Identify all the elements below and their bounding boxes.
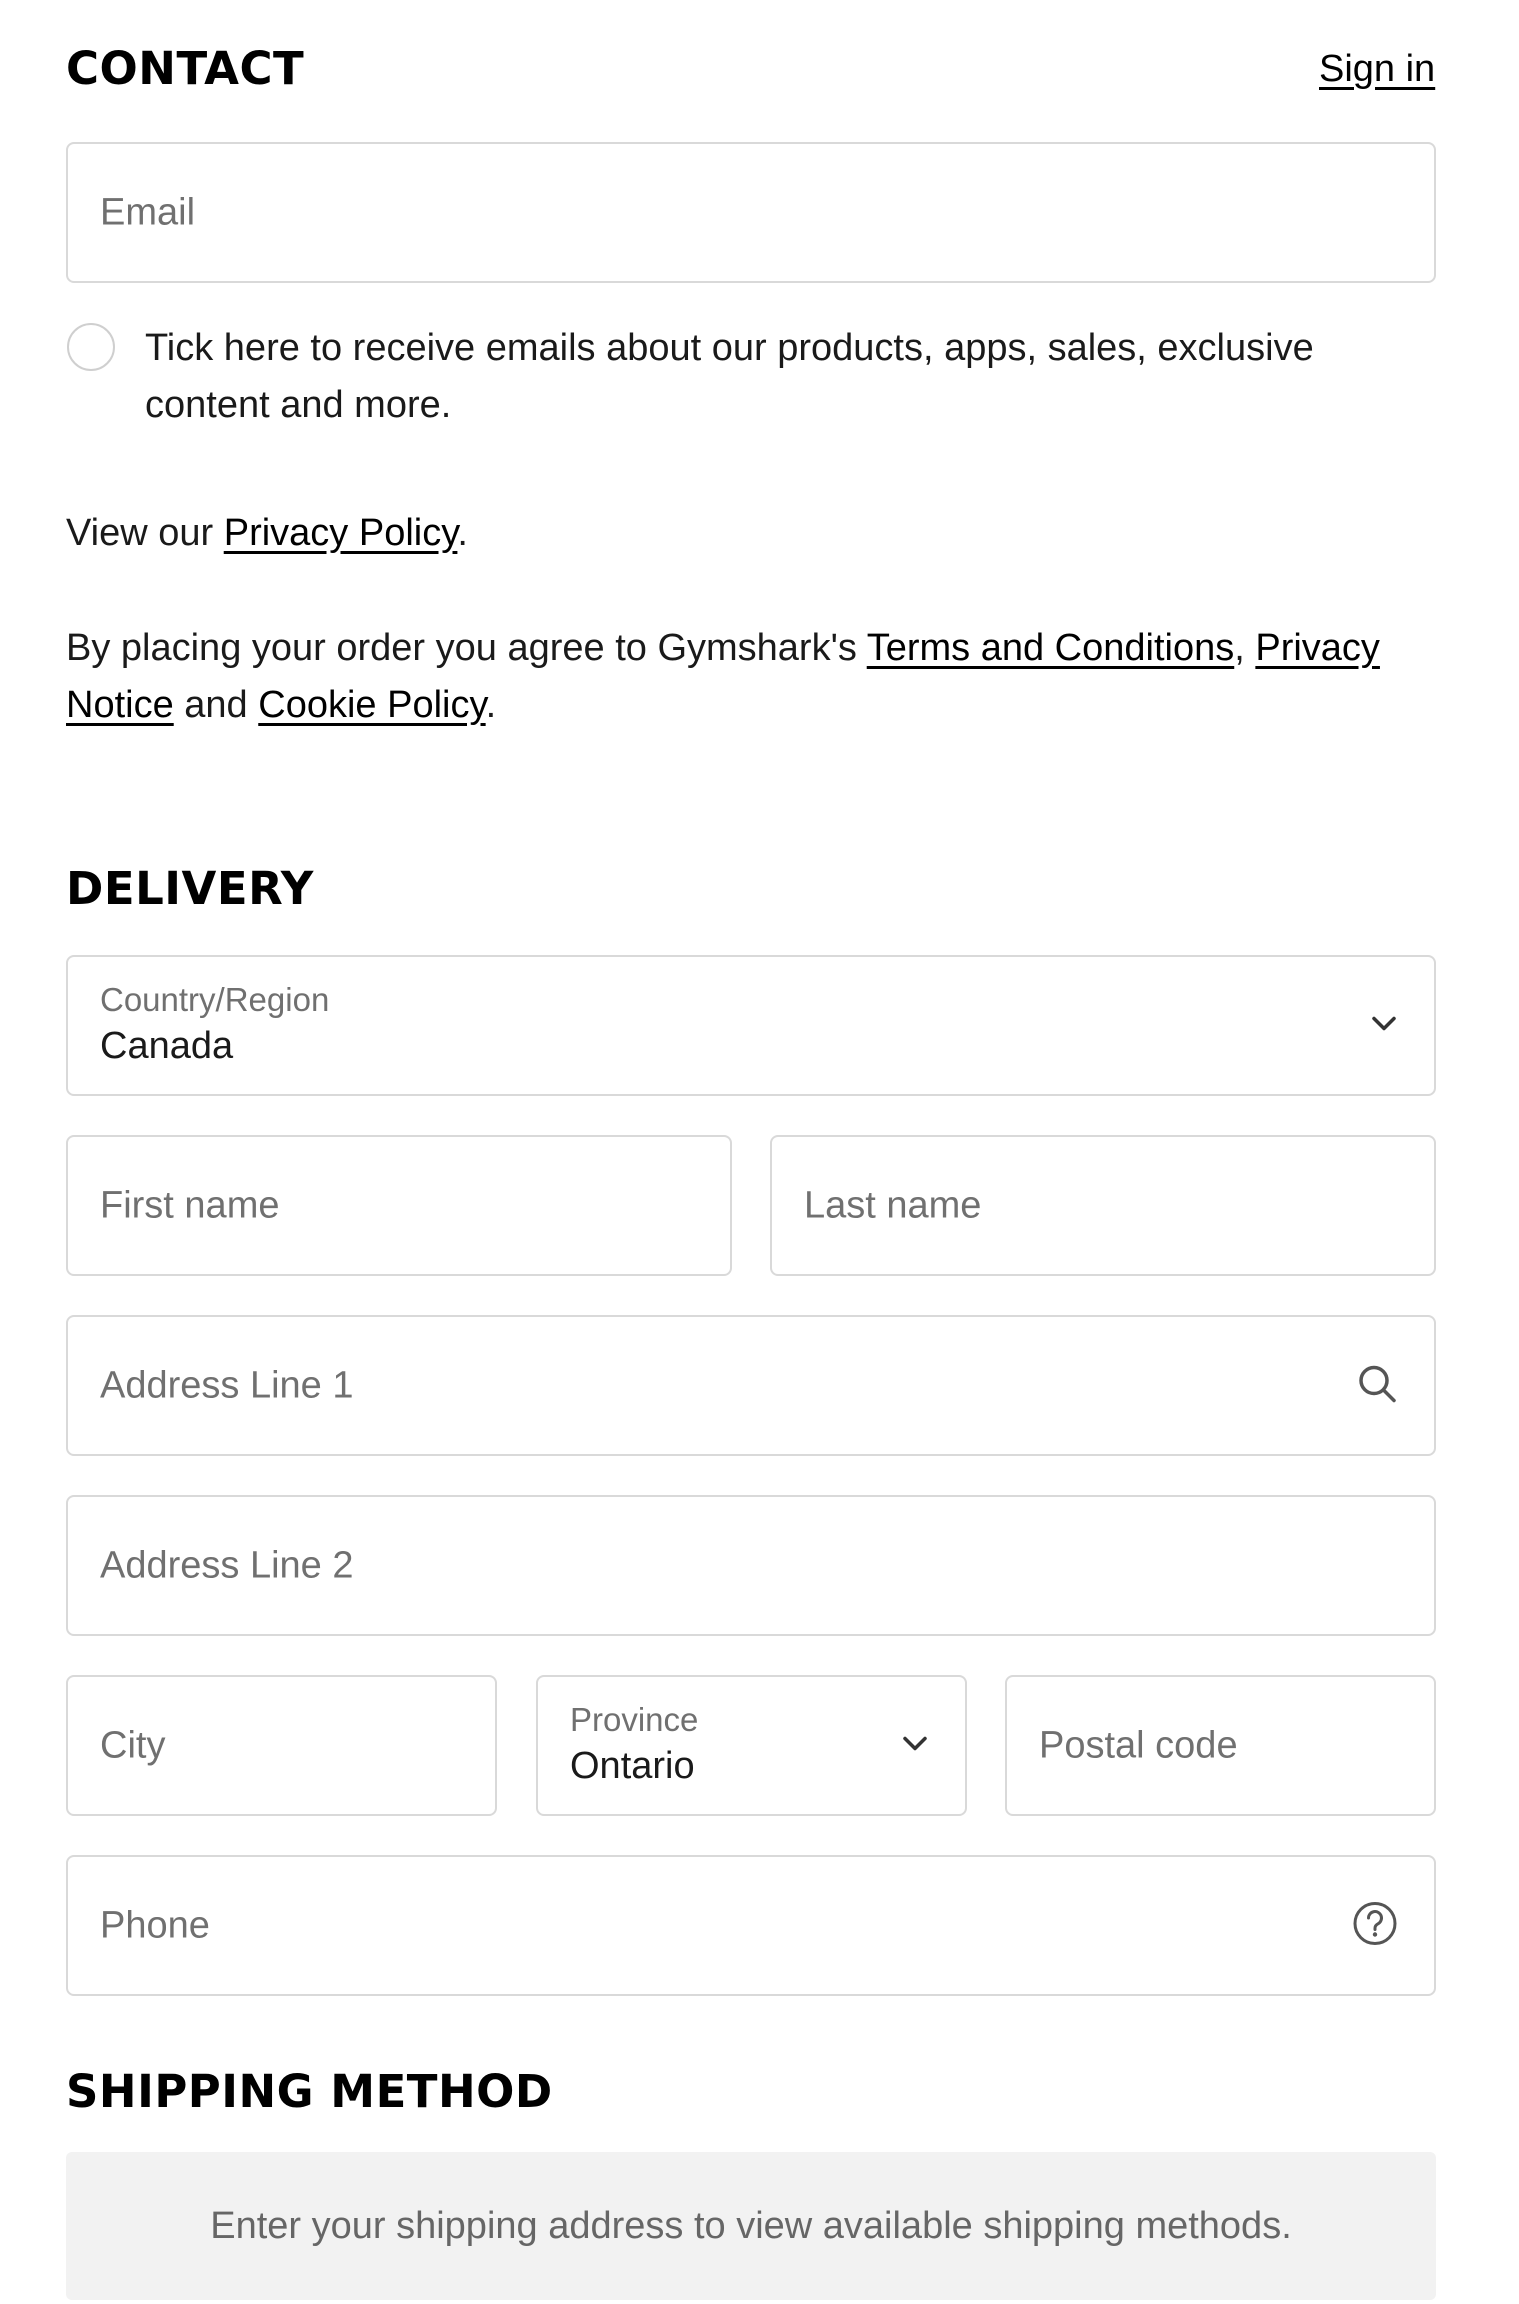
privacy-policy-link[interactable]: Privacy Policy: [224, 512, 458, 554]
city-field[interactable]: City: [66, 1675, 497, 1816]
marketing-opt-in-label: Tick here to receive emails about our pr…: [145, 320, 1425, 434]
phone-field[interactable]: Phone: [66, 1855, 1436, 1996]
address-line-2-field[interactable]: Address Line 2: [66, 1495, 1436, 1636]
terms-comma-text: ,: [1234, 627, 1256, 669]
postal-code-placeholder: Postal code: [1039, 1724, 1238, 1766]
cookie-policy-link[interactable]: Cookie Policy: [258, 684, 485, 726]
shipping-methods-notice: Enter your shipping address to view avai…: [66, 2152, 1436, 2300]
address-line-2-placeholder: Address Line 2: [100, 1544, 354, 1586]
terms-prefix-text: By placing your order you agree to Gymsh…: [66, 627, 867, 669]
country-region-label: Country/Region: [100, 981, 330, 1018]
last-name-field[interactable]: Last name: [770, 1135, 1436, 1276]
address-line-1-placeholder: Address Line 1: [100, 1364, 354, 1406]
privacy-prefix-text: View our: [66, 512, 224, 554]
first-name-placeholder: First name: [100, 1184, 280, 1226]
terms-agreement-text: By placing your order you agree to Gymsh…: [66, 620, 1446, 734]
country-region-value: Canada: [100, 1025, 234, 1067]
marketing-text-line1: Tick here to receive emails about our pr…: [145, 327, 1314, 369]
privacy-notice-link-continued[interactable]: Notice: [66, 684, 174, 726]
privacy-policy-line: View our Privacy Policy.: [66, 505, 468, 562]
marketing-text-line2: content and more.: [145, 384, 452, 426]
chevron-down-icon: [901, 1734, 929, 1757]
terms-suffix-text: .: [485, 684, 497, 726]
email-field[interactable]: Email: [66, 142, 1436, 283]
and-text: and: [173, 684, 259, 726]
search-icon[interactable]: [1356, 1362, 1398, 1409]
privacy-suffix-text: .: [457, 512, 468, 554]
terms-and-conditions-link[interactable]: Terms and Conditions: [867, 627, 1235, 669]
phone-placeholder: Phone: [100, 1904, 210, 1946]
postal-code-field[interactable]: Postal code: [1005, 1675, 1436, 1816]
province-label: Province: [570, 1701, 699, 1738]
delivery-section-title: DELIVERY: [66, 862, 314, 915]
contact-section-title: CONTACT: [66, 42, 305, 95]
last-name-placeholder: Last name: [804, 1184, 982, 1226]
city-placeholder: City: [100, 1724, 166, 1766]
shipping-method-section-title: SHIPPING METHOD: [66, 2065, 553, 2118]
address-line-1-field[interactable]: Address Line 1: [66, 1315, 1436, 1456]
first-name-field[interactable]: First name: [66, 1135, 732, 1276]
province-value: Ontario: [570, 1745, 695, 1787]
marketing-opt-in-checkbox[interactable]: [67, 323, 115, 371]
email-placeholder: Email: [100, 191, 196, 233]
province-select[interactable]: Province Ontario: [536, 1675, 967, 1816]
sign-in-link[interactable]: Sign in: [1319, 48, 1435, 91]
country-region-select[interactable]: Country/Region Canada: [66, 955, 1436, 1096]
question-circle-icon[interactable]: [1352, 1900, 1398, 1951]
chevron-down-icon: [1370, 1014, 1398, 1037]
privacy-notice-link[interactable]: Privacy: [1255, 627, 1380, 669]
